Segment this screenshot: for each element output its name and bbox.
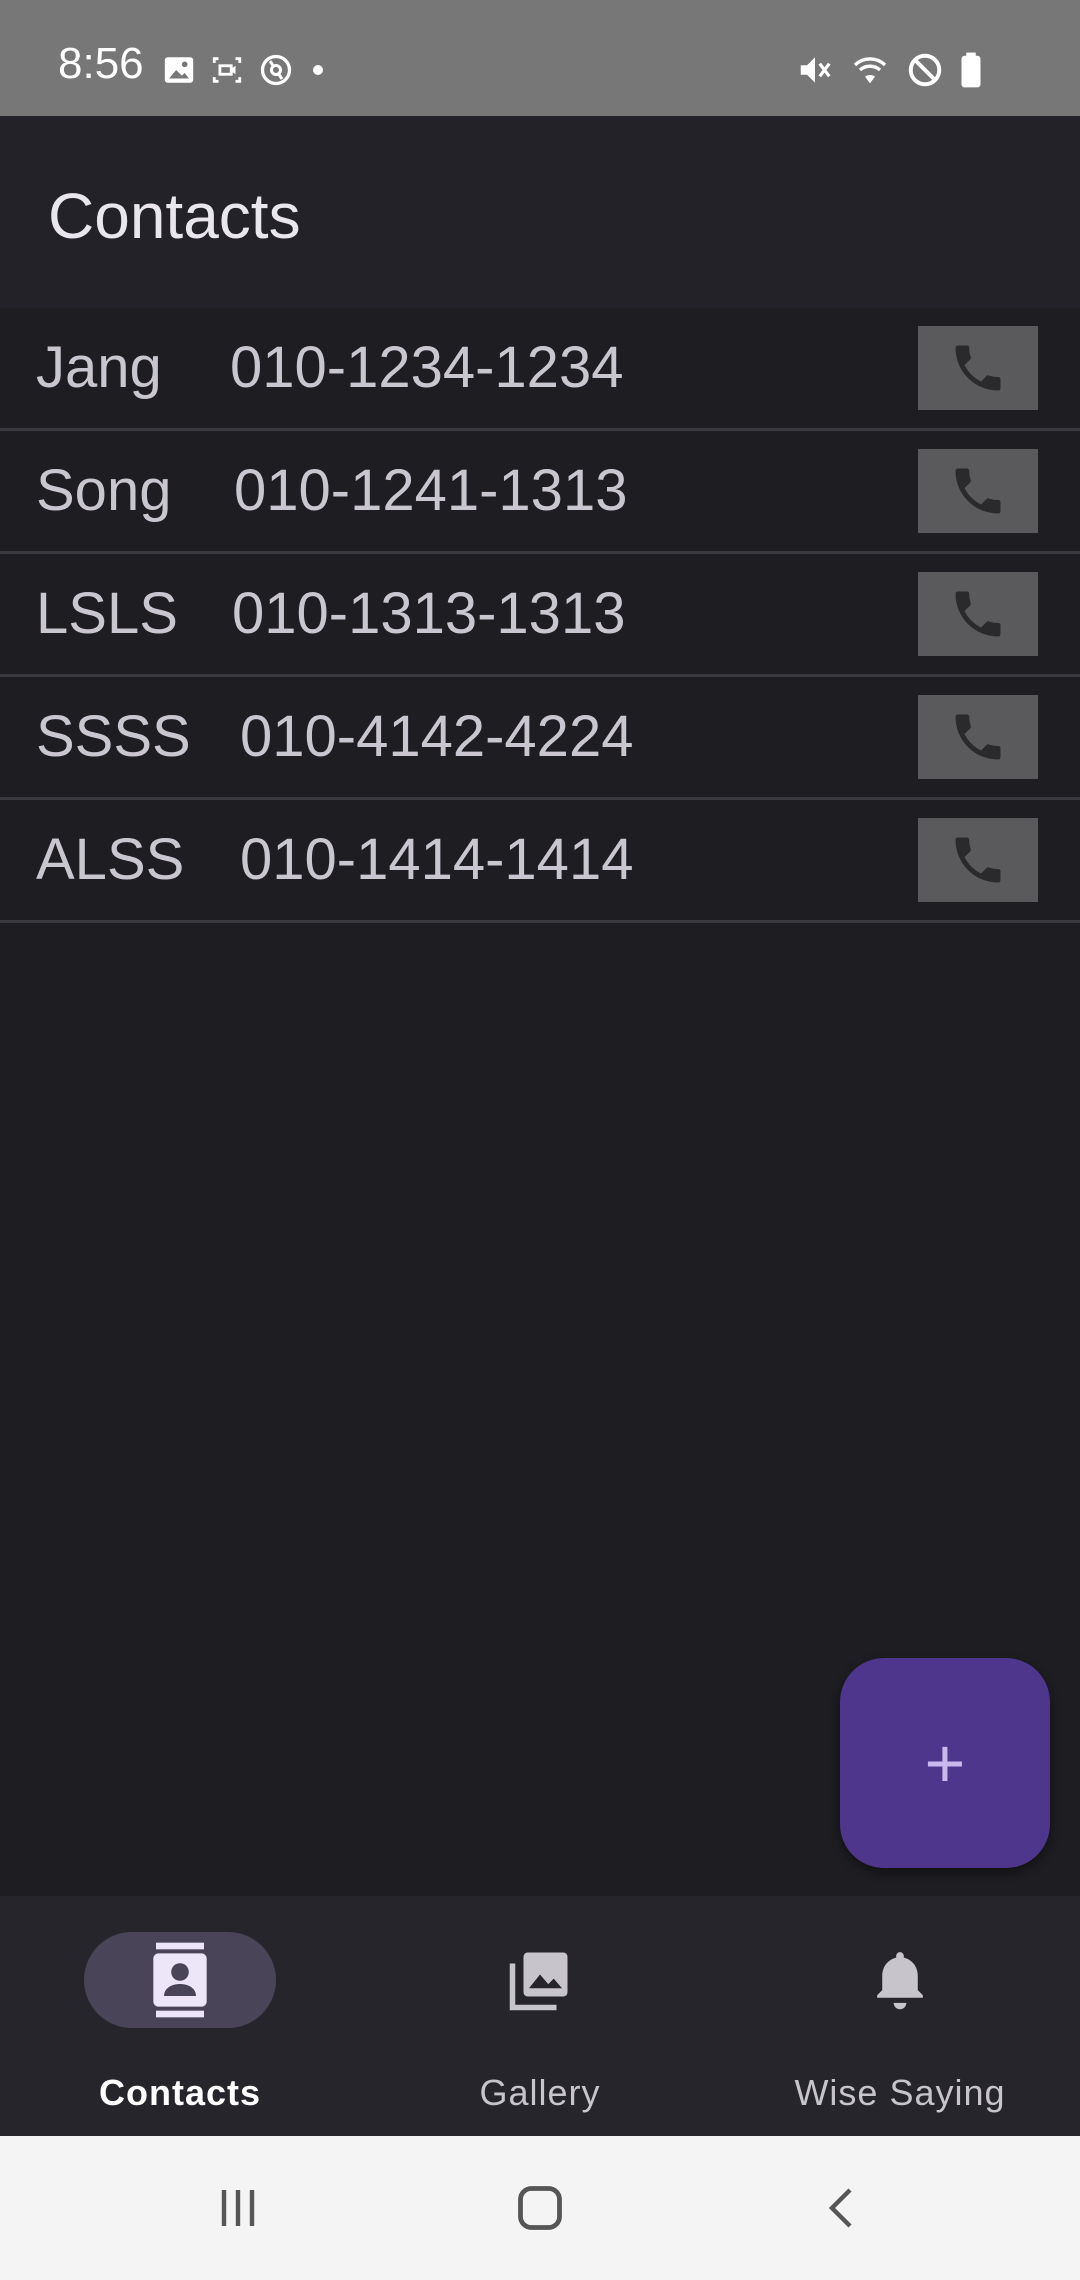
phone-icon — [955, 345, 1001, 391]
call-button[interactable] — [918, 326, 1038, 410]
recent-apps-button[interactable] — [198, 2176, 278, 2240]
status-right-icons — [796, 50, 984, 90]
bell-icon — [877, 1952, 923, 2010]
call-button[interactable] — [918, 818, 1038, 902]
nav-indicator — [444, 1932, 636, 2028]
nav-label: Gallery — [479, 2072, 601, 2113]
back-button[interactable] — [802, 2176, 882, 2240]
contact-phone: 010-1313-1313 — [232, 581, 626, 646]
app-bar: Contacts — [0, 116, 1080, 308]
recent-apps-icon — [221, 2190, 255, 2226]
phone-icon — [955, 714, 1001, 760]
do-not-disturb-icon — [908, 53, 942, 87]
gallery-icon — [509, 1952, 568, 2011]
add-contact-button[interactable]: + — [840, 1658, 1050, 1868]
call-button[interactable] — [918, 572, 1038, 656]
nav-item-gallery[interactable]: Gallery — [360, 1896, 720, 2136]
status-time: 8:56 — [58, 39, 144, 88]
home-button[interactable] — [500, 2176, 580, 2240]
battery-icon — [961, 52, 981, 88]
back-icon — [828, 2188, 852, 2228]
contact-row[interactable]: LSLS 010-1313-1313 — [0, 554, 1080, 677]
contact-name: ALSS — [36, 827, 185, 892]
nav-label: Contacts — [98, 2072, 262, 2113]
contact-phone: 010-1414-1414 — [240, 827, 634, 892]
home-icon — [518, 2186, 562, 2230]
plus-icon: + — [924, 1724, 966, 1802]
status-bar: 8:56 — [0, 0, 1080, 116]
nav-indicator — [804, 1932, 996, 2028]
call-button[interactable] — [918, 449, 1038, 533]
contact-phone: 010-1234-1234 — [230, 335, 624, 400]
bottom-nav: Contacts Gallery Wise Saying — [0, 1896, 1080, 2136]
contact-list: Jang 010-1234-1234 Song 010-1241-1313 LS… — [0, 308, 1080, 923]
dot-icon — [313, 65, 323, 75]
contact-name: SSSS — [36, 704, 191, 769]
contact-name: LSLS — [36, 581, 178, 646]
contact-name: Song — [36, 458, 172, 523]
contact-phone: 010-4142-4224 — [240, 704, 634, 769]
contact-row[interactable]: Jang 010-1234-1234 — [0, 308, 1080, 431]
contacts-icon — [153, 1942, 207, 2018]
nav-item-wise-saying[interactable]: Wise Saying — [720, 1896, 1080, 2136]
page-title: Contacts — [48, 180, 301, 252]
contact-row[interactable]: ALSS 010-1414-1414 — [0, 800, 1080, 923]
contact-name: Jang — [36, 335, 162, 400]
phone-icon — [955, 468, 1001, 514]
system-nav-bar — [0, 2136, 1080, 2280]
screen-record-icon — [212, 57, 242, 83]
wifi-icon — [853, 57, 887, 84]
nav-item-contacts[interactable]: Contacts — [0, 1896, 360, 2136]
phone-icon — [955, 837, 1001, 883]
contact-phone: 010-1241-1313 — [234, 458, 628, 523]
mute-icon — [800, 57, 831, 83]
sync-icon — [260, 54, 292, 86]
phone-icon — [955, 591, 1001, 637]
nav-indicator — [84, 1932, 276, 2028]
image-icon — [164, 57, 194, 83]
status-left-icons — [162, 52, 328, 88]
nav-label: Wise Saying — [794, 2072, 1006, 2113]
contact-row[interactable]: Song 010-1241-1313 — [0, 431, 1080, 554]
call-button[interactable] — [918, 695, 1038, 779]
contact-row[interactable]: SSSS 010-4142-4224 — [0, 677, 1080, 800]
